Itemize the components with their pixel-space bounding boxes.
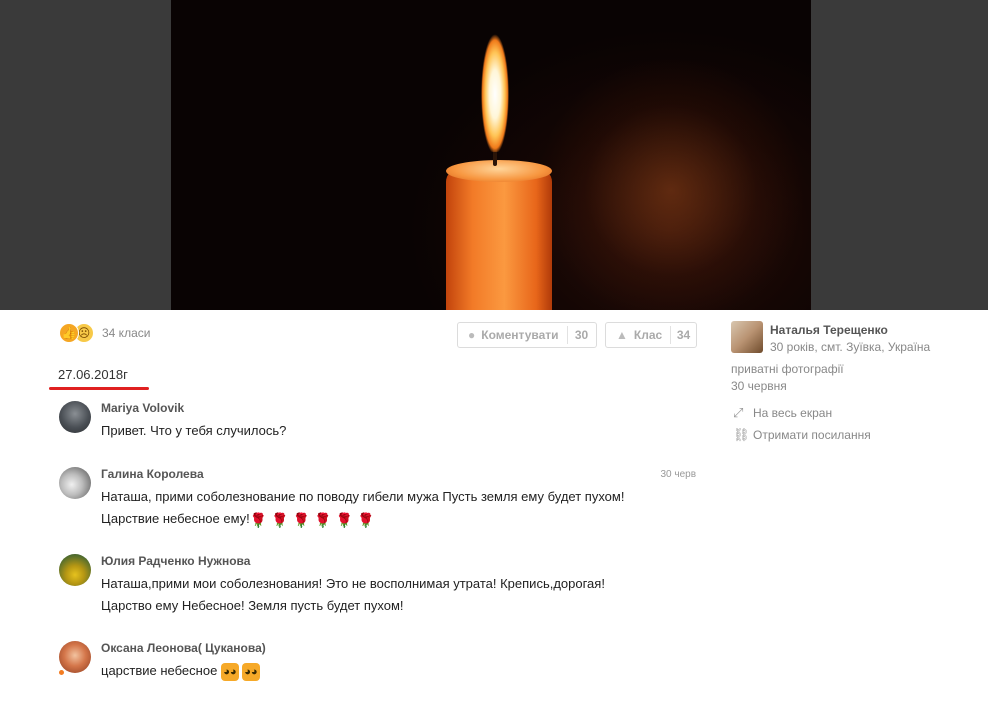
comment-item: Галина Королева 30 черв Наташа, прими со… [59,467,699,528]
reactions-summary[interactable]: 👍 ☹ 34 класи [59,323,150,343]
thumbs-up-icon: ▲ [616,328,628,342]
rose-icon: 🌹 [356,511,375,528]
class-count: 34 [676,328,691,342]
comment-line: Царство ему Небесное! Земля пусть будет … [101,598,404,613]
fullscreen-button[interactable]: ⤢ На весь екран [733,405,832,421]
class-button-label: Клас [633,328,663,342]
crying-face-icon: ◕◕ [220,662,239,681]
rose-icon: 🌹 [271,511,289,528]
photo-viewer [0,0,988,310]
candle-flame [479,0,511,152]
avatar[interactable] [59,554,91,586]
comment-author[interactable]: Юлия Радченко Нужнова [101,554,250,568]
comment-text: царствие небесное ◕◕ ◕◕ [101,660,701,682]
comment-text: Наташа,прими мои соболезнования! Это не … [101,573,701,617]
comment-button[interactable]: ● Коментувати 30 [457,322,597,348]
rose-icon: 🌹 [249,511,268,528]
comment-line-text: Царствие небесное ему! [101,511,250,526]
comment-line: Наташа,прими мои соболезнования! Это не … [101,576,605,591]
comment-line-text: царствие небесное [101,663,218,678]
candle-photo[interactable] [171,0,811,310]
fullscreen-label: На весь екран [753,406,833,420]
comment-author[interactable]: Оксана Леонова( Цуканова) [101,641,266,655]
comment-text: Наташа, прими соболезнование по поводу г… [101,486,701,531]
rose-icon: 🌹 [335,511,353,528]
album-link[interactable]: приватні фотографії [731,362,844,376]
comment-button-label: Коментувати [481,328,559,342]
avatar[interactable] [59,401,91,433]
get-link-label: Отримати посилання [753,428,871,442]
comment-item: Юлия Радченко Нужнова Наташа,прими мои с… [59,554,699,614]
date-underline [49,387,149,390]
candle-body [446,168,552,310]
avatar[interactable] [59,641,91,673]
owner-info: 30 років, смт. Зуївка, Україна [770,340,931,354]
link-icon: ⛓ [733,427,750,442]
comment-line: Царствие небесное ему!🌹 🌹 🌹 🌹 🌹 🌹 [101,508,701,531]
comment-item: Mariya Volovik Привет. Что у тебя случил… [59,401,699,441]
comment-author[interactable]: Mariya Volovik [101,401,184,415]
comment-text: Привет. Что у тебя случилось? [101,423,287,438]
comment-author[interactable]: Галина Королева [101,467,204,481]
avatar[interactable] [59,467,91,499]
candle-top [446,160,552,182]
photo-date: 30 червня [731,379,787,393]
comment-line: Наташа, прими соболезнование по поводу г… [101,489,625,504]
like-reaction-icon: 👍 [59,323,79,343]
reactions-count: 34 класи [102,326,151,340]
comment-time: 30 черв [660,469,696,480]
post-date: 27.06.2018г [58,367,128,382]
get-link-button[interactable]: ⛓ Отримати посилання [733,427,871,443]
owner-name[interactable]: Наталья Терещенко [770,323,888,337]
crying-face-icon: ◕◕ [241,662,260,681]
candle-glow [531,60,811,310]
comment-count: 30 [574,328,589,342]
comment-icon: ● [468,328,476,342]
online-status-dot [58,669,65,676]
comment-item: Оксана Леонова( Цуканова) царствие небес… [58,641,701,682]
expand-icon: ⤢ [733,405,744,420]
rose-icon: 🌹 [314,511,332,528]
rose-icon: 🌹 [292,511,311,528]
class-button[interactable]: ▲ Клас 34 [605,322,697,348]
owner-avatar[interactable] [731,321,763,353]
